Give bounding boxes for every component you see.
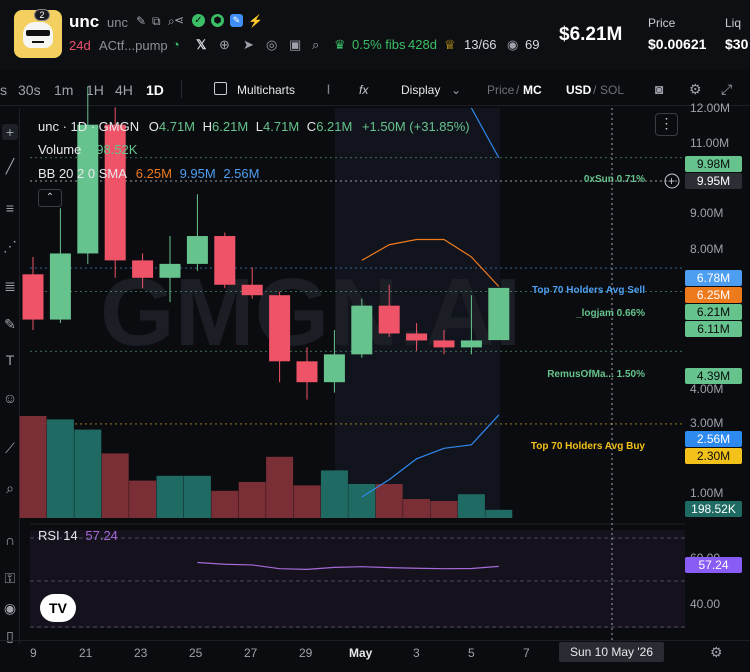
volume-bar: [485, 509, 513, 518]
high-label: H: [202, 119, 213, 134]
tradingview-logo[interactable]: TV: [40, 594, 76, 622]
candle-body: [460, 340, 482, 348]
candle-body: [323, 354, 345, 383]
bb-mid-value: 9.95M: [179, 166, 216, 181]
plus-icon: +: [668, 174, 675, 188]
holder-annotation[interactable]: _logjam 0.66%: [405, 308, 645, 319]
legend-title: unc · 1D · GMGN: [38, 119, 140, 134]
price-tag: 6.11M: [685, 321, 742, 337]
holder-annotation[interactable]: Top 70 Holders Avg Sell: [405, 285, 645, 296]
volume-bar: [183, 475, 211, 518]
candle-body: [49, 253, 71, 320]
candle-body: [132, 260, 154, 278]
candle-body: [186, 236, 208, 264]
candle-body: [214, 236, 236, 285]
candle-body: [22, 274, 44, 320]
candle-body: [269, 295, 291, 362]
current-price-tag: 6.21M: [685, 304, 742, 320]
rsi-legend: RSI 14 57.24: [38, 528, 118, 543]
x-axis-label: 23: [134, 646, 148, 660]
volume-bar: [74, 429, 102, 518]
crosshair-date-tag: Sun 10 May '26: [559, 642, 664, 662]
crosshair-price-tag: 9.95M: [685, 173, 742, 189]
price-axis-label: 4.00M: [690, 382, 724, 396]
candle-body: [406, 333, 428, 341]
price-tag: 9.98M: [685, 156, 742, 172]
collapse-legend-button[interactable]: ⌃: [38, 189, 62, 207]
x-axis-label: 21: [79, 646, 93, 660]
volume-bar: [129, 480, 157, 518]
settings-icon[interactable]: ⚙: [710, 644, 723, 661]
rsi-axis-label: 40.00: [690, 597, 721, 611]
candle-body: [351, 305, 373, 355]
price-axis-label: 8.00M: [690, 242, 724, 256]
x-axis-label: 7: [523, 646, 530, 660]
holder-annotation[interactable]: 0xSun 0.71%: [405, 174, 645, 185]
volume-bar: [457, 494, 485, 518]
bb-label: BB 20 2 0 SMA: [38, 166, 127, 181]
low-label: L: [255, 119, 264, 134]
volume-bar: [430, 501, 458, 518]
rsi-label: RSI 14: [38, 528, 78, 543]
candle-body: [296, 361, 318, 383]
x-axis-label: 27: [244, 646, 258, 660]
volume-bar: [266, 456, 294, 518]
price-chart[interactable]: GMGN.AI +: [0, 0, 750, 672]
holder-annotation[interactable]: Top 70 Holders Avg Buy: [405, 441, 645, 452]
low-value: 4.71M: [263, 119, 300, 134]
volume-tag: 198.52K: [685, 501, 742, 517]
candle-body: [159, 263, 181, 278]
price-tag: 6.78M: [685, 270, 742, 286]
price-axis-label: 9.00M: [690, 206, 724, 220]
price-axis-label: 1.00M: [690, 486, 724, 500]
volume-label: Volume: [38, 142, 82, 157]
x-axis-label: 5: [468, 646, 475, 660]
candle-body: [241, 284, 263, 296]
price-axis-label: 12.00M: [690, 101, 731, 115]
x-axis-label: 29: [299, 646, 313, 660]
volume-value: 198.52K: [89, 142, 138, 157]
price-tag: 6.25M: [685, 287, 742, 303]
price-tag: 4.39M: [685, 368, 742, 384]
close-label: C: [306, 119, 317, 134]
volume-bar: [293, 485, 321, 518]
volume-legend: Volume 198.52K: [38, 142, 137, 157]
volume-bar: [19, 416, 47, 518]
x-axis-label: May: [349, 646, 373, 660]
volume-bar: [156, 475, 184, 518]
more-options-button[interactable]: ⋮: [655, 113, 678, 136]
x-axis-label: 25: [189, 646, 203, 660]
volume-bar: [320, 470, 348, 518]
price-axis-label: 11.00M: [690, 136, 730, 150]
ohlc-legend: unc · 1D · GMGN O4.71M H6.21M L4.71M C6.…: [38, 119, 470, 134]
volume-bar: [46, 419, 74, 518]
open-value: 4.71M: [158, 119, 196, 134]
x-axis-label: 9: [30, 646, 37, 660]
change-value: +1.50M (+31.85%): [361, 119, 470, 134]
volume-bar: [348, 484, 376, 518]
price-tag: 2.30M: [685, 448, 742, 464]
open-label: O: [148, 119, 159, 134]
bb-lower-value: 2.56M: [223, 166, 260, 181]
rsi-value: 57.24: [85, 528, 118, 543]
volume-bar: [238, 481, 266, 518]
holder-annotation[interactable]: RemusOfMa... 1.50%: [405, 369, 645, 380]
bb-upper-value: 6.25M: [135, 166, 172, 181]
price-tag: 2.56M: [685, 431, 742, 447]
candle-body: [433, 340, 455, 348]
rsi-pane: [30, 530, 685, 628]
volume-bar: [211, 490, 239, 518]
rsi-tag: 57.24: [685, 557, 742, 573]
close-value: 6.21M: [316, 119, 353, 134]
price-axis-label: 3.00M: [690, 416, 724, 430]
volume-bar: [403, 498, 431, 518]
x-axis-label: 3: [413, 646, 420, 660]
candle-body: [378, 305, 400, 334]
high-value: 6.21M: [212, 119, 249, 134]
volume-bar: [101, 453, 129, 518]
bb-legend: BB 20 2 0 SMA 6.25M 9.95M 2.56M: [38, 166, 259, 181]
volume-bar: [375, 484, 403, 518]
